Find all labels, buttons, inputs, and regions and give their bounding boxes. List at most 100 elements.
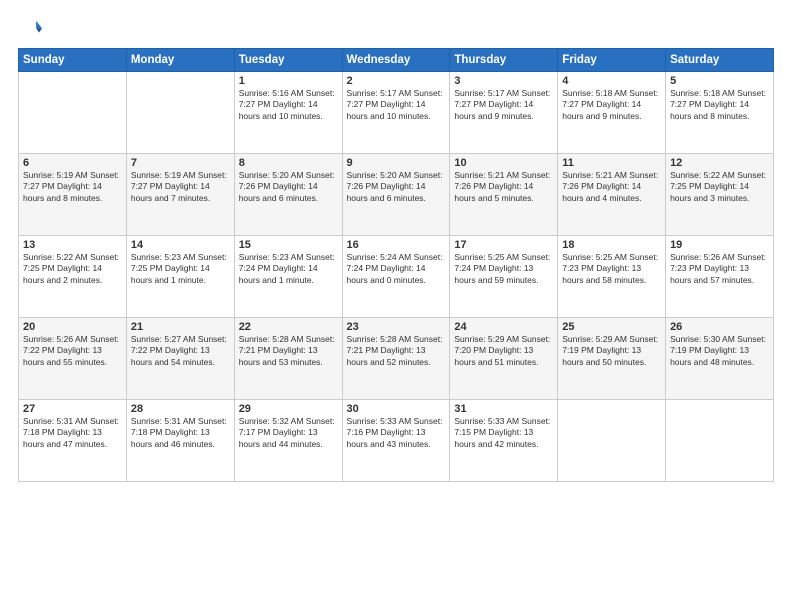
day-number: 23 <box>347 321 446 333</box>
weekday-header-wednesday: Wednesday <box>342 49 450 72</box>
day-number: 12 <box>670 157 769 169</box>
calendar-cell: 19Sunrise: 5:26 AM Sunset: 7:23 PM Dayli… <box>666 236 774 318</box>
day-info: Sunrise: 5:26 AM Sunset: 7:22 PM Dayligh… <box>23 334 122 368</box>
week-row-1: 6Sunrise: 5:19 AM Sunset: 7:27 PM Daylig… <box>19 154 774 236</box>
weekday-header-monday: Monday <box>126 49 234 72</box>
day-info: Sunrise: 5:21 AM Sunset: 7:26 PM Dayligh… <box>454 170 553 204</box>
day-number: 30 <box>347 403 446 415</box>
calendar-cell: 15Sunrise: 5:23 AM Sunset: 7:24 PM Dayli… <box>234 236 342 318</box>
calendar-cell: 25Sunrise: 5:29 AM Sunset: 7:19 PM Dayli… <box>558 318 666 400</box>
calendar-cell <box>126 72 234 154</box>
weekday-header-thursday: Thursday <box>450 49 558 72</box>
day-info: Sunrise: 5:31 AM Sunset: 7:18 PM Dayligh… <box>23 416 122 450</box>
calendar-cell: 26Sunrise: 5:30 AM Sunset: 7:19 PM Dayli… <box>666 318 774 400</box>
day-info: Sunrise: 5:19 AM Sunset: 7:27 PM Dayligh… <box>23 170 122 204</box>
day-info: Sunrise: 5:22 AM Sunset: 7:25 PM Dayligh… <box>670 170 769 204</box>
day-number: 17 <box>454 239 553 251</box>
day-info: Sunrise: 5:30 AM Sunset: 7:19 PM Dayligh… <box>670 334 769 368</box>
day-number: 21 <box>131 321 230 333</box>
calendar-cell: 20Sunrise: 5:26 AM Sunset: 7:22 PM Dayli… <box>19 318 127 400</box>
day-number: 15 <box>239 239 338 251</box>
calendar-cell <box>558 400 666 482</box>
calendar-cell: 18Sunrise: 5:25 AM Sunset: 7:23 PM Dayli… <box>558 236 666 318</box>
day-number: 8 <box>239 157 338 169</box>
calendar-cell: 17Sunrise: 5:25 AM Sunset: 7:24 PM Dayli… <box>450 236 558 318</box>
calendar-cell: 7Sunrise: 5:19 AM Sunset: 7:27 PM Daylig… <box>126 154 234 236</box>
calendar-cell: 23Sunrise: 5:28 AM Sunset: 7:21 PM Dayli… <box>342 318 450 400</box>
day-number: 6 <box>23 157 122 169</box>
calendar-cell: 8Sunrise: 5:20 AM Sunset: 7:26 PM Daylig… <box>234 154 342 236</box>
calendar-cell: 11Sunrise: 5:21 AM Sunset: 7:26 PM Dayli… <box>558 154 666 236</box>
day-number: 28 <box>131 403 230 415</box>
day-info: Sunrise: 5:23 AM Sunset: 7:25 PM Dayligh… <box>131 252 230 286</box>
day-number: 13 <box>23 239 122 251</box>
day-number: 18 <box>562 239 661 251</box>
calendar-cell: 3Sunrise: 5:17 AM Sunset: 7:27 PM Daylig… <box>450 72 558 154</box>
day-number: 29 <box>239 403 338 415</box>
day-number: 9 <box>347 157 446 169</box>
calendar-cell: 27Sunrise: 5:31 AM Sunset: 7:18 PM Dayli… <box>19 400 127 482</box>
day-info: Sunrise: 5:33 AM Sunset: 7:16 PM Dayligh… <box>347 416 446 450</box>
day-info: Sunrise: 5:28 AM Sunset: 7:21 PM Dayligh… <box>347 334 446 368</box>
day-info: Sunrise: 5:29 AM Sunset: 7:19 PM Dayligh… <box>562 334 661 368</box>
day-info: Sunrise: 5:29 AM Sunset: 7:20 PM Dayligh… <box>454 334 553 368</box>
day-info: Sunrise: 5:20 AM Sunset: 7:26 PM Dayligh… <box>239 170 338 204</box>
day-info: Sunrise: 5:32 AM Sunset: 7:17 PM Dayligh… <box>239 416 338 450</box>
weekday-header-friday: Friday <box>558 49 666 72</box>
day-number: 24 <box>454 321 553 333</box>
calendar: SundayMondayTuesdayWednesdayThursdayFrid… <box>18 48 774 482</box>
day-info: Sunrise: 5:28 AM Sunset: 7:21 PM Dayligh… <box>239 334 338 368</box>
day-info: Sunrise: 5:24 AM Sunset: 7:24 PM Dayligh… <box>347 252 446 286</box>
day-number: 16 <box>347 239 446 251</box>
calendar-cell: 5Sunrise: 5:18 AM Sunset: 7:27 PM Daylig… <box>666 72 774 154</box>
week-row-2: 13Sunrise: 5:22 AM Sunset: 7:25 PM Dayli… <box>19 236 774 318</box>
day-number: 25 <box>562 321 661 333</box>
day-number: 14 <box>131 239 230 251</box>
day-number: 5 <box>670 75 769 87</box>
day-number: 11 <box>562 157 661 169</box>
day-info: Sunrise: 5:31 AM Sunset: 7:18 PM Dayligh… <box>131 416 230 450</box>
day-number: 10 <box>454 157 553 169</box>
logo <box>18 18 42 40</box>
day-number: 4 <box>562 75 661 87</box>
day-number: 20 <box>23 321 122 333</box>
day-info: Sunrise: 5:19 AM Sunset: 7:27 PM Dayligh… <box>131 170 230 204</box>
weekday-header-row: SundayMondayTuesdayWednesdayThursdayFrid… <box>19 49 774 72</box>
logo-icon <box>20 18 42 40</box>
day-info: Sunrise: 5:33 AM Sunset: 7:15 PM Dayligh… <box>454 416 553 450</box>
calendar-cell: 21Sunrise: 5:27 AM Sunset: 7:22 PM Dayli… <box>126 318 234 400</box>
calendar-cell: 6Sunrise: 5:19 AM Sunset: 7:27 PM Daylig… <box>19 154 127 236</box>
calendar-cell: 14Sunrise: 5:23 AM Sunset: 7:25 PM Dayli… <box>126 236 234 318</box>
day-info: Sunrise: 5:25 AM Sunset: 7:23 PM Dayligh… <box>562 252 661 286</box>
calendar-cell: 10Sunrise: 5:21 AM Sunset: 7:26 PM Dayli… <box>450 154 558 236</box>
calendar-cell: 24Sunrise: 5:29 AM Sunset: 7:20 PM Dayli… <box>450 318 558 400</box>
calendar-cell <box>19 72 127 154</box>
day-number: 7 <box>131 157 230 169</box>
day-info: Sunrise: 5:22 AM Sunset: 7:25 PM Dayligh… <box>23 252 122 286</box>
day-info: Sunrise: 5:18 AM Sunset: 7:27 PM Dayligh… <box>562 88 661 122</box>
day-info: Sunrise: 5:17 AM Sunset: 7:27 PM Dayligh… <box>347 88 446 122</box>
day-info: Sunrise: 5:17 AM Sunset: 7:27 PM Dayligh… <box>454 88 553 122</box>
header <box>18 18 774 40</box>
day-number: 27 <box>23 403 122 415</box>
day-info: Sunrise: 5:21 AM Sunset: 7:26 PM Dayligh… <box>562 170 661 204</box>
day-number: 3 <box>454 75 553 87</box>
calendar-cell <box>666 400 774 482</box>
calendar-cell: 12Sunrise: 5:22 AM Sunset: 7:25 PM Dayli… <box>666 154 774 236</box>
day-number: 1 <box>239 75 338 87</box>
weekday-header-tuesday: Tuesday <box>234 49 342 72</box>
weekday-header-saturday: Saturday <box>666 49 774 72</box>
calendar-cell: 30Sunrise: 5:33 AM Sunset: 7:16 PM Dayli… <box>342 400 450 482</box>
day-number: 26 <box>670 321 769 333</box>
day-info: Sunrise: 5:25 AM Sunset: 7:24 PM Dayligh… <box>454 252 553 286</box>
calendar-cell: 29Sunrise: 5:32 AM Sunset: 7:17 PM Dayli… <box>234 400 342 482</box>
day-info: Sunrise: 5:20 AM Sunset: 7:26 PM Dayligh… <box>347 170 446 204</box>
calendar-cell: 16Sunrise: 5:24 AM Sunset: 7:24 PM Dayli… <box>342 236 450 318</box>
calendar-cell: 28Sunrise: 5:31 AM Sunset: 7:18 PM Dayli… <box>126 400 234 482</box>
week-row-0: 1Sunrise: 5:16 AM Sunset: 7:27 PM Daylig… <box>19 72 774 154</box>
day-info: Sunrise: 5:18 AM Sunset: 7:27 PM Dayligh… <box>670 88 769 122</box>
day-number: 22 <box>239 321 338 333</box>
page: SundayMondayTuesdayWednesdayThursdayFrid… <box>0 0 792 612</box>
day-info: Sunrise: 5:27 AM Sunset: 7:22 PM Dayligh… <box>131 334 230 368</box>
weekday-header-sunday: Sunday <box>19 49 127 72</box>
